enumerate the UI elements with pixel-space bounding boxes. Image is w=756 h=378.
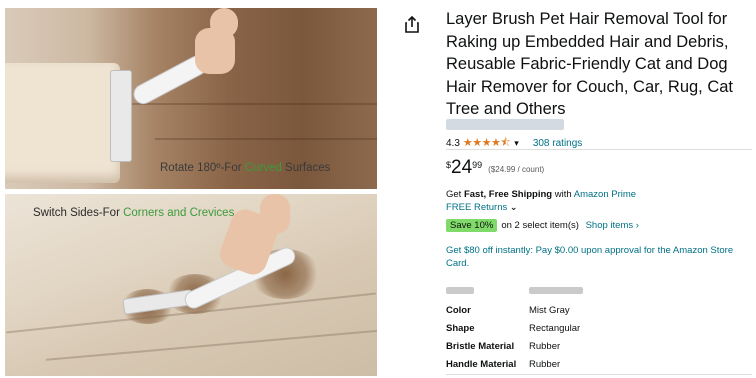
spec-key: Color <box>446 304 471 316</box>
spec-value: Rectangular <box>529 322 581 334</box>
price-whole: 24 <box>451 157 473 178</box>
spec-key: Bristle Material <box>446 340 515 352</box>
spec-header-blurred <box>529 287 583 294</box>
price-fraction: 99 <box>472 160 483 170</box>
product-title: Layer Brush Pet Hair Removal Tool for Ra… <box>446 10 734 115</box>
spec-value: Rubber <box>529 340 561 352</box>
rating-row: 4.3 ★★★★⯪ ▾ 308 ratings <box>446 134 582 153</box>
product-image-rotate[interactable]: Rotate 180º-For Curved Surfaces <box>5 8 377 189</box>
coupon-line: Save 10% on 2 select item(s) Shop items › <box>446 219 639 232</box>
spec-row-handle-material: Handle Material Rubber <box>446 355 580 373</box>
cat-tree-fur-block <box>5 63 120 183</box>
share-icon[interactable] <box>404 15 420 34</box>
fast-free-shipping: Fast, Free Shipping <box>463 189 553 200</box>
shipping-line: Get Fast, Free Shipping with Amazon Prim… <box>446 189 636 200</box>
store-link-blurred[interactable] <box>446 119 564 130</box>
star-rating-icon[interactable]: ★★★★⯪ <box>463 134 511 153</box>
product-specs-table: Color Mist Gray Shape Rectangular Bristl… <box>446 301 580 373</box>
free-returns-link[interactable]: FREE Returns <box>446 202 507 213</box>
spec-key: Shape <box>446 322 475 334</box>
shop-items-link[interactable]: Shop items › <box>586 220 639 231</box>
spec-row-color: Color Mist Gray <box>446 301 580 319</box>
shipping-get: Get <box>446 189 464 200</box>
image-caption-rotate: Rotate 180º-For Curved Surfaces <box>160 162 331 174</box>
sofa-seam <box>45 329 377 361</box>
product-image-switch-sides[interactable]: Switch Sides-For Corners and Crevices <box>5 194 377 376</box>
image-caption-switch-sides: Switch Sides-For Corners and Crevices <box>33 207 235 219</box>
free-returns-line[interactable]: FREE Returns ⌄ <box>446 202 517 213</box>
spec-header-blurred <box>446 287 474 294</box>
coupon-text: on 2 select item(s) <box>501 220 579 231</box>
spec-value: Rubber <box>529 358 561 370</box>
spec-row-shape: Shape Rectangular <box>446 319 580 337</box>
hand <box>210 8 238 38</box>
chevron-down-icon[interactable]: ⌄ <box>510 202 518 212</box>
rating-value: 4.3 <box>446 138 460 149</box>
shipping-with: with <box>552 189 574 200</box>
save-badge: Save 10% <box>446 219 498 232</box>
hand <box>260 194 290 234</box>
floor-line <box>125 103 377 105</box>
spec-key: Handle Material <box>446 358 517 370</box>
floor-line <box>155 138 377 140</box>
price-block: $ 24 99 ($24.99 / count) <box>446 157 544 179</box>
divider <box>446 149 752 150</box>
divider <box>446 374 752 375</box>
chevron-down-icon[interactable]: ▾ <box>514 138 519 149</box>
brush-head <box>110 70 132 162</box>
ratings-count-link[interactable]: 308 ratings <box>533 138 582 149</box>
unit-price: ($24.99 / count) <box>488 165 545 174</box>
spec-row-bristle-material: Bristle Material Rubber <box>446 337 580 355</box>
amazon-prime-link[interactable]: Amazon Prime <box>574 189 636 200</box>
store-card-offer[interactable]: Get $80 off instantly: Pay $0.00 upon ap… <box>446 244 754 270</box>
spec-value: Mist Gray <box>529 304 570 316</box>
